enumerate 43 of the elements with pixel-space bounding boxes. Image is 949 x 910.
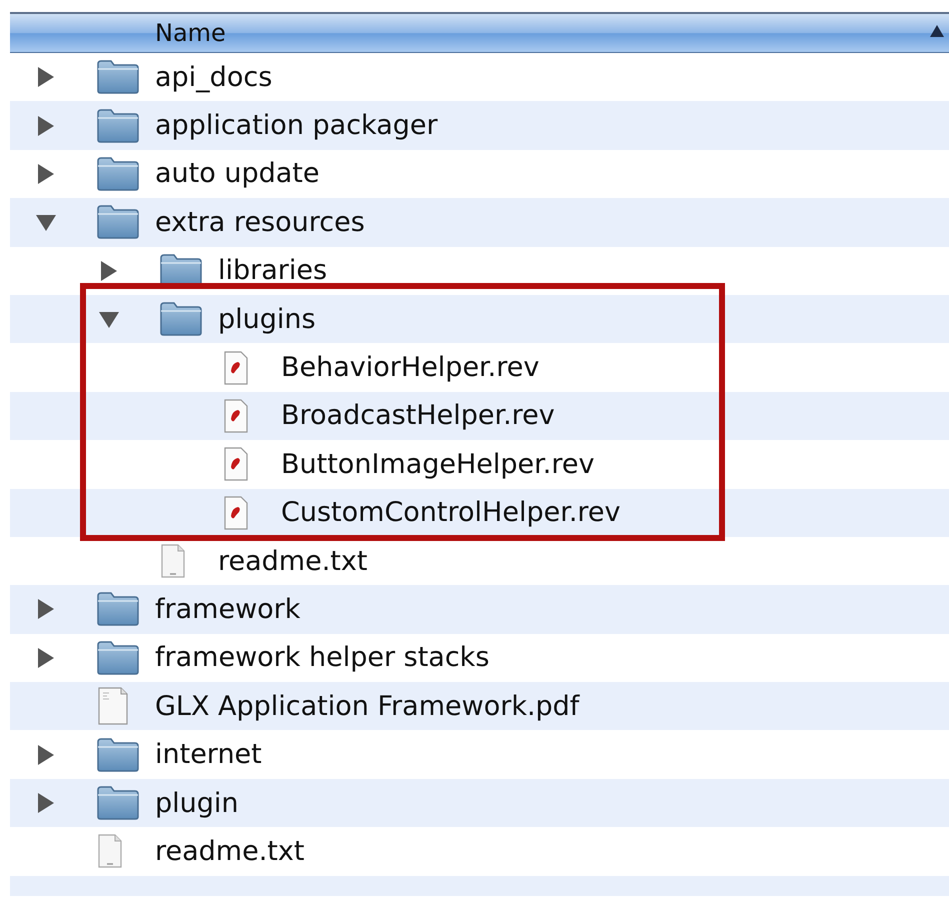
list-row[interactable]: plugin — [10, 778, 949, 828]
list-row[interactable]: extra resources — [10, 198, 949, 247]
item-name: api_docs — [155, 62, 272, 93]
item-name: framework — [155, 594, 300, 625]
item-name: readme.txt — [155, 836, 304, 867]
column-header[interactable]: Name — [10, 12, 949, 53]
document-icon — [223, 350, 249, 385]
item-name: GLX Application Framework.pdf — [155, 690, 580, 722]
item-name: extra resources — [155, 206, 365, 238]
item-name: application packager — [155, 110, 438, 142]
folder-icon — [97, 108, 139, 143]
item-name: framework helper stacks — [155, 642, 490, 674]
item-name: internet — [155, 739, 262, 770]
item-name: CustomControlHelper.rev — [281, 497, 621, 528]
document-icon — [97, 687, 129, 726]
folder-icon — [160, 302, 202, 336]
list-row[interactable]: plugins — [10, 294, 949, 344]
folder-icon — [97, 786, 139, 820]
document-icon — [223, 398, 249, 433]
folder-icon — [97, 592, 139, 626]
folder-icon — [97, 156, 139, 191]
item-name: plugin — [155, 788, 239, 819]
folder-icon — [97, 205, 139, 240]
item-name: plugins — [218, 304, 316, 335]
text-file-icon — [97, 834, 123, 868]
folder-icon — [97, 640, 139, 675]
item-name: BroadcastHelper.rev — [281, 400, 555, 432]
document-icon — [223, 447, 249, 482]
folder-icon — [97, 738, 139, 772]
list-row[interactable]: framework — [10, 585, 949, 634]
text-file-icon — [160, 544, 186, 578]
list-row[interactable]: application packager — [10, 101, 949, 150]
list-row[interactable]: BroadcastHelper.rev — [10, 392, 949, 440]
document-icon — [223, 496, 249, 530]
folder-icon — [97, 60, 139, 94]
column-title: Name — [155, 19, 226, 47]
item-name: readme.txt — [218, 546, 368, 577]
item-name: auto update — [155, 158, 320, 190]
item-name: libraries — [218, 255, 328, 286]
item-name: ButtonImageHelper.rev — [281, 448, 594, 480]
list-row[interactable]: GLX Application Framework.pdf — [10, 682, 949, 730]
list-row[interactable]: CustomControlHelper.rev — [10, 488, 949, 537]
item-name: BehaviorHelper.rev — [281, 352, 540, 384]
